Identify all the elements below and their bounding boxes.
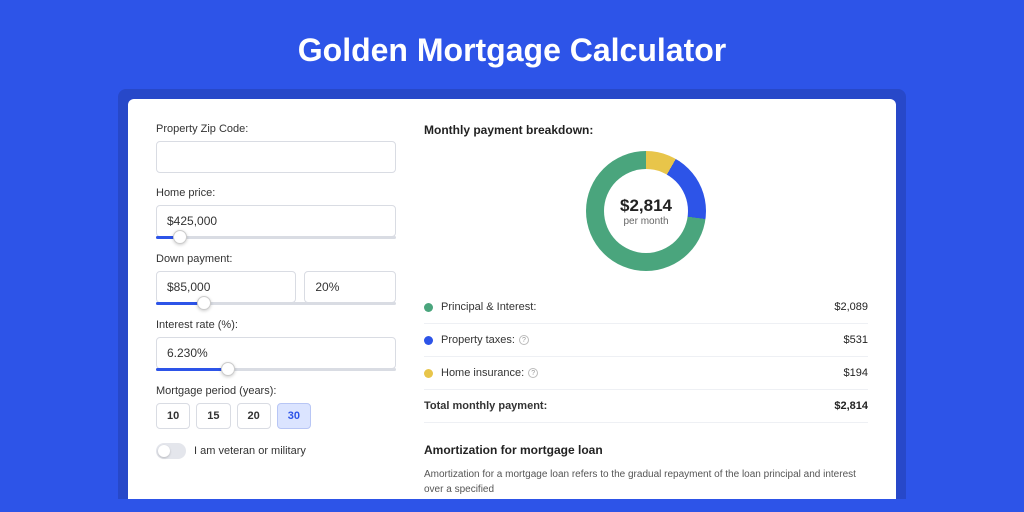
- legend-total-label: Total monthly payment:: [424, 400, 834, 412]
- rate-label: Interest rate (%):: [156, 319, 396, 331]
- legend-label: Principal & Interest:: [441, 301, 834, 313]
- period-group: Mortgage period (years): 10 15 20 30: [156, 385, 396, 429]
- veteran-toggle-knob: [158, 445, 170, 457]
- calculator-card: Property Zip Code: Home price: Down paym…: [128, 99, 896, 499]
- rate-slider[interactable]: [156, 368, 396, 371]
- down-payment-label: Down payment:: [156, 253, 396, 265]
- legend-row-total: Total monthly payment: $2,814: [424, 390, 868, 423]
- down-payment-amount-input[interactable]: [156, 271, 296, 303]
- page-title: Golden Mortgage Calculator: [0, 0, 1024, 89]
- legend-row-principal: Principal & Interest: $2,089: [424, 291, 868, 324]
- price-label: Home price:: [156, 187, 396, 199]
- donut-amount: $2,814: [620, 196, 672, 216]
- legend-value: $2,089: [834, 301, 868, 313]
- donut-wrap: $2,814 per month: [424, 151, 868, 271]
- legend-dot: [424, 303, 433, 312]
- amortization-text: Amortization for a mortgage loan refers …: [424, 467, 868, 497]
- down-payment-slider[interactable]: [156, 302, 396, 305]
- price-input[interactable]: [156, 205, 396, 237]
- legend-dot: [424, 336, 433, 345]
- donut-sub: per month: [623, 216, 668, 227]
- breakdown-title: Monthly payment breakdown:: [424, 123, 868, 137]
- info-icon[interactable]: ?: [528, 368, 538, 378]
- donut-center: $2,814 per month: [604, 169, 688, 253]
- down-payment-slider-thumb[interactable]: [197, 296, 211, 310]
- veteran-row: I am veteran or military: [156, 443, 396, 459]
- period-label: Mortgage period (years):: [156, 385, 396, 397]
- legend-value: $531: [844, 334, 868, 346]
- rate-slider-thumb[interactable]: [221, 362, 235, 376]
- down-payment-pct-input[interactable]: [304, 271, 396, 303]
- legend: Principal & Interest: $2,089 Property ta…: [424, 291, 868, 423]
- period-btn-20[interactable]: 20: [237, 403, 271, 429]
- info-icon[interactable]: ?: [519, 335, 529, 345]
- donut-chart: $2,814 per month: [586, 151, 706, 271]
- legend-label: Property taxes:?: [441, 334, 844, 346]
- form-column: Property Zip Code: Home price: Down paym…: [156, 123, 396, 499]
- period-btn-15[interactable]: 15: [196, 403, 230, 429]
- legend-total-value: $2,814: [834, 400, 868, 412]
- zip-group: Property Zip Code:: [156, 123, 396, 173]
- zip-label: Property Zip Code:: [156, 123, 396, 135]
- legend-row-taxes: Property taxes:? $531: [424, 324, 868, 357]
- zip-input[interactable]: [156, 141, 396, 173]
- veteran-toggle[interactable]: [156, 443, 186, 459]
- legend-dot: [424, 369, 433, 378]
- price-slider-thumb[interactable]: [173, 230, 187, 244]
- price-group: Home price:: [156, 187, 396, 239]
- period-btn-30[interactable]: 30: [277, 403, 311, 429]
- legend-label: Home insurance:?: [441, 367, 844, 379]
- amortization-title: Amortization for mortgage loan: [424, 443, 868, 457]
- legend-row-insurance: Home insurance:? $194: [424, 357, 868, 390]
- legend-value: $194: [844, 367, 868, 379]
- card-shadow: Property Zip Code: Home price: Down paym…: [118, 89, 906, 499]
- veteran-label: I am veteran or military: [194, 445, 306, 457]
- down-payment-group: Down payment:: [156, 253, 396, 305]
- period-options: 10 15 20 30: [156, 403, 396, 429]
- period-btn-10[interactable]: 10: [156, 403, 190, 429]
- rate-input[interactable]: [156, 337, 396, 369]
- breakdown-column: Monthly payment breakdown: $2,814 per mo…: [424, 123, 868, 499]
- price-slider[interactable]: [156, 236, 396, 239]
- rate-group: Interest rate (%):: [156, 319, 396, 371]
